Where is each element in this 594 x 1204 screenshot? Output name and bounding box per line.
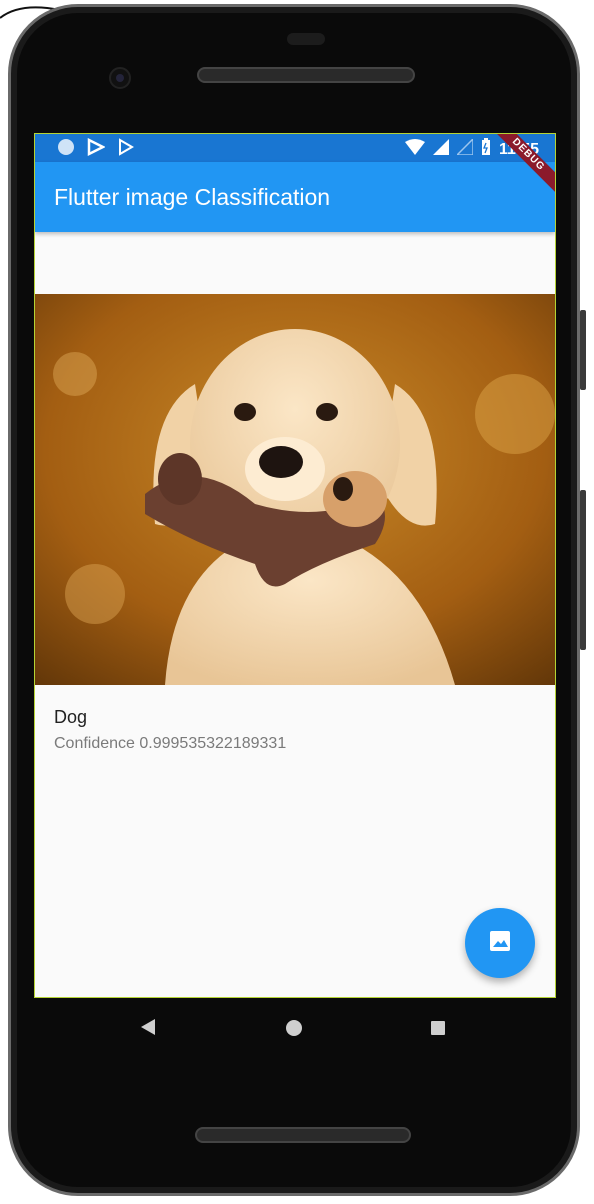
image-icon — [488, 929, 512, 958]
status-bar: 11:55 — [35, 134, 555, 162]
classified-image — [35, 294, 555, 685]
wifi-icon — [404, 139, 425, 160]
battery-icon — [481, 138, 491, 161]
app-bar: Flutter image Classification — [35, 162, 555, 232]
home-icon[interactable] — [286, 1020, 302, 1036]
volume-button[interactable] — [580, 310, 586, 390]
signal-empty-icon — [455, 137, 474, 160]
pick-image-button[interactable] — [465, 908, 535, 978]
signal-icon — [432, 139, 449, 160]
app-screen: 11:55 Flutter image Classification DEBUG — [34, 133, 556, 998]
back-icon[interactable] — [140, 1018, 156, 1041]
play-store-icon — [87, 137, 106, 161]
classification-label: Dog — [54, 707, 88, 727]
bottom-speaker — [195, 1127, 411, 1143]
top-speaker — [197, 67, 415, 83]
app-title: Flutter image Classification — [54, 184, 331, 210]
power-button[interactable] — [580, 490, 586, 650]
classification-confidence: Confidence 0.999535322189331 — [54, 735, 287, 752]
system-nav-bar — [34, 998, 556, 1058]
circle-icon — [57, 138, 75, 161]
front-camera-icon — [109, 67, 131, 89]
recents-icon[interactable] — [431, 1021, 445, 1035]
proximity-sensor — [287, 33, 325, 45]
play-icon — [117, 138, 135, 161]
